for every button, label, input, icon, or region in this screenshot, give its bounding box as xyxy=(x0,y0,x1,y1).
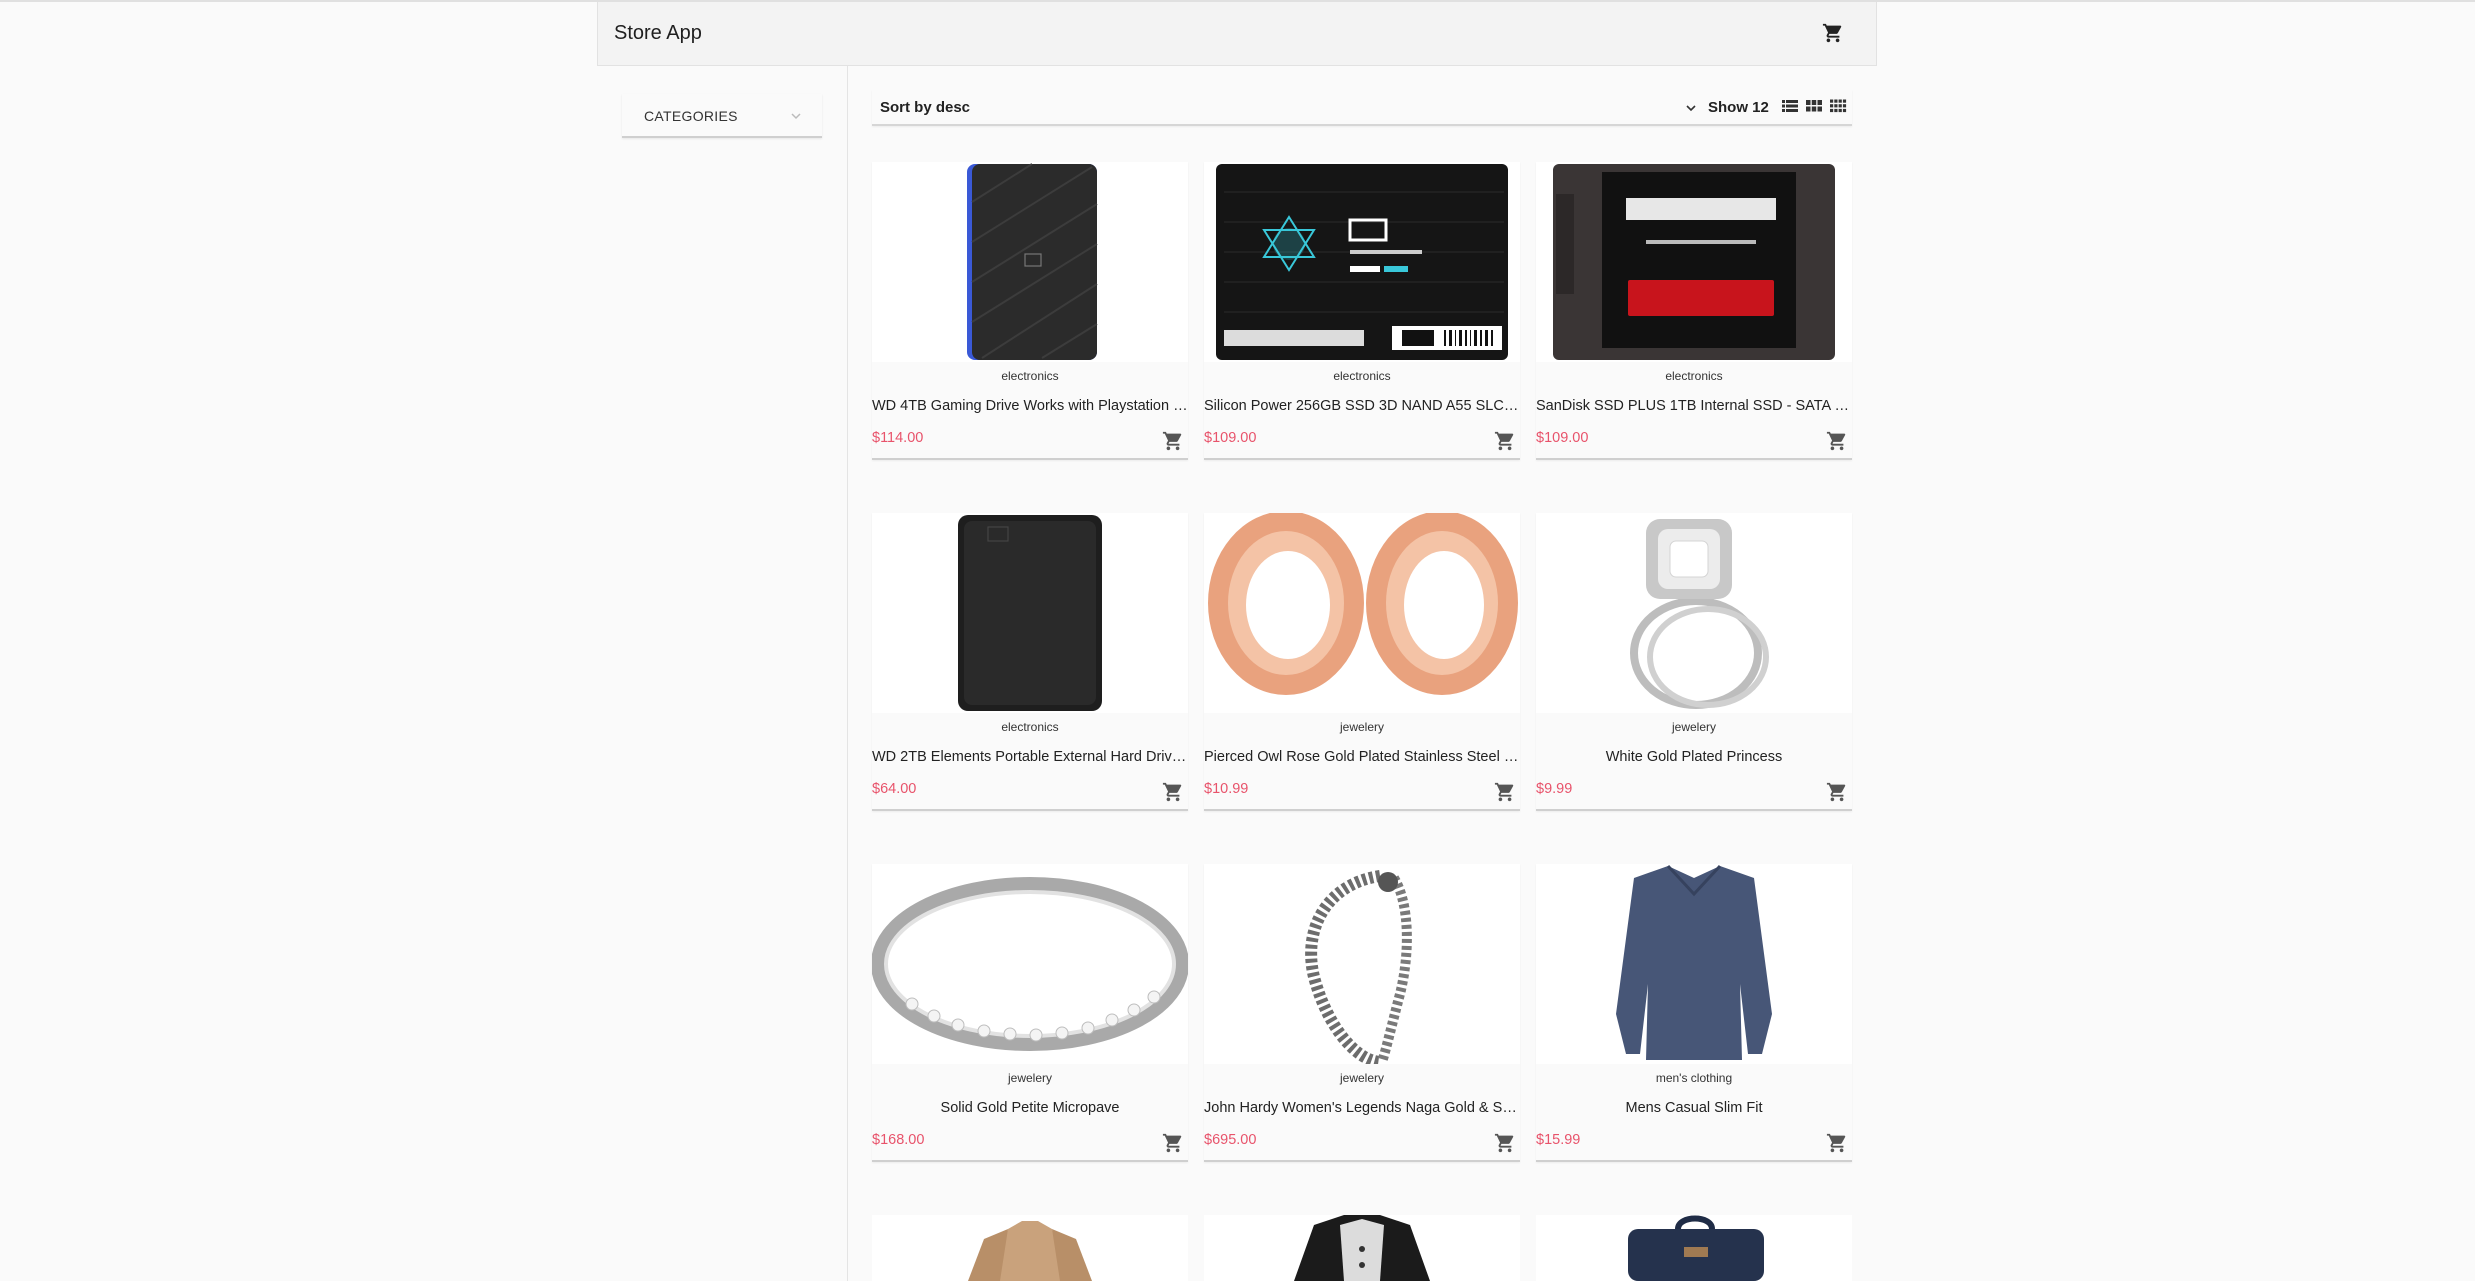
main-content: Sort by desc Show 12 electronics WD 4TB … xyxy=(848,66,1877,1281)
ring-icon[interactable] xyxy=(872,864,1188,1064)
add-to-cart-icon[interactable] xyxy=(1494,430,1516,452)
product-card[interactable] xyxy=(872,1215,1188,1281)
jacket-icon[interactable] xyxy=(872,1215,1188,1281)
add-to-cart-icon[interactable] xyxy=(1162,430,1184,452)
product-title[interactable]: Pierced Owl Rose Gold Plated Stainless S… xyxy=(1204,749,1520,765)
product-category: jewelery xyxy=(1007,1071,1052,1085)
ssd-icon[interactable] xyxy=(1536,162,1852,362)
product-title[interactable]: White Gold Plated Princess xyxy=(1536,749,1852,765)
ssd-icon[interactable] xyxy=(1204,162,1520,362)
product-card[interactable]: electronics Silicon Power 256GB SSD 3D N… xyxy=(1204,162,1520,460)
product-price: $114.00 xyxy=(872,430,924,446)
product-card[interactable]: men's clothing Mens Casual Slim Fit $15.… xyxy=(1536,864,1852,1162)
ring-icon[interactable] xyxy=(1536,513,1852,713)
add-to-cart-icon[interactable] xyxy=(1826,1132,1848,1154)
product-category: jewelery xyxy=(1339,720,1384,734)
shirt-icon[interactable] xyxy=(1536,864,1852,1064)
product-card[interactable]: jewelery Solid Gold Petite Micropave $16… xyxy=(872,864,1188,1162)
product-title[interactable]: Mens Casual Slim Fit xyxy=(1536,1100,1852,1116)
product-price: $10.99 xyxy=(1204,781,1249,797)
product-card[interactable]: electronics WD 2TB Elements Portable Ext… xyxy=(872,513,1188,811)
product-title[interactable]: Solid Gold Petite Micropave xyxy=(872,1100,1188,1116)
sidebar: CATEGORIES xyxy=(597,66,848,1281)
add-to-cart-icon[interactable] xyxy=(1826,430,1848,452)
product-title[interactable]: John Hardy Women's Legends Naga Gold & S… xyxy=(1204,1100,1520,1116)
product-price: $9.99 xyxy=(1536,781,1573,797)
product-title[interactable]: SanDisk SSD PLUS 1TB Internal SSD - SATA… xyxy=(1536,398,1852,414)
product-category: electronics xyxy=(1001,720,1059,734)
categories-dropdown[interactable]: CATEGORIES xyxy=(622,94,822,138)
product-title[interactable]: WD 4TB Gaming Drive Works with Playstati… xyxy=(872,398,1188,414)
backpack-icon[interactable] xyxy=(1536,1215,1852,1281)
add-to-cart-icon[interactable] xyxy=(1826,781,1848,803)
app-container: Store App CATEGORIES Sort by desc Show 1… xyxy=(597,2,1877,1281)
tshirt-icon[interactable] xyxy=(1204,1215,1520,1281)
product-category: jewelery xyxy=(1671,720,1716,734)
add-to-cart-icon[interactable] xyxy=(1494,781,1516,803)
product-category: men's clothing xyxy=(1655,1071,1733,1085)
product-category: jewelery xyxy=(1339,1071,1384,1085)
product-card[interactable]: electronics WD 4TB Gaming Drive Works wi… xyxy=(872,162,1188,460)
earring-icon[interactable] xyxy=(1204,513,1520,713)
sort-select[interactable]: Sort by desc xyxy=(880,99,970,116)
product-card[interactable]: jewelery John Hardy Women's Legends Naga… xyxy=(1204,864,1520,1162)
bracelet-icon[interactable] xyxy=(1204,864,1520,1064)
external-drive-icon[interactable] xyxy=(872,162,1188,362)
app-header: Store App xyxy=(597,2,1877,66)
product-category: electronics xyxy=(1001,369,1059,383)
product-price: $168.00 xyxy=(872,1132,925,1148)
product-card[interactable]: jewelery White Gold Plated Princess $9.9… xyxy=(1536,513,1852,811)
app-title[interactable]: Store App xyxy=(614,22,702,45)
categories-label: CATEGORIES xyxy=(644,108,738,124)
product-price: $109.00 xyxy=(1204,430,1257,446)
compact-grid-view-icon[interactable] xyxy=(1829,98,1847,114)
product-price: $695.00 xyxy=(1204,1132,1257,1148)
shopping-cart-icon[interactable] xyxy=(1822,22,1844,44)
product-price: $109.00 xyxy=(1536,430,1589,446)
product-price: $64.00 xyxy=(872,781,917,797)
add-to-cart-icon[interactable] xyxy=(1494,1132,1516,1154)
sort-toolbar: Sort by desc Show 12 xyxy=(872,90,1852,126)
show-count-select[interactable]: Show 12 xyxy=(1708,99,1769,116)
product-category: electronics xyxy=(1665,369,1723,383)
product-card[interactable]: jewelery Pierced Owl Rose Gold Plated St… xyxy=(1204,513,1520,811)
grid-view-icon[interactable] xyxy=(1805,98,1823,114)
external-drive-icon[interactable] xyxy=(872,513,1188,713)
product-category: electronics xyxy=(1333,369,1391,383)
chevron-down-icon xyxy=(790,109,802,121)
product-title[interactable]: WD 2TB Elements Portable External Hard D… xyxy=(872,749,1188,765)
product-card[interactable]: electronics SanDisk SSD PLUS 1TB Interna… xyxy=(1536,162,1852,460)
product-price: $15.99 xyxy=(1536,1132,1581,1148)
product-card[interactable] xyxy=(1536,1215,1852,1281)
add-to-cart-icon[interactable] xyxy=(1162,781,1184,803)
product-card[interactable] xyxy=(1204,1215,1520,1281)
list-view-icon[interactable] xyxy=(1781,98,1799,114)
chevron-down-icon[interactable] xyxy=(1685,101,1697,113)
add-to-cart-icon[interactable] xyxy=(1162,1132,1184,1154)
product-title[interactable]: Silicon Power 256GB SSD 3D NAND A55 SLC … xyxy=(1204,398,1520,414)
